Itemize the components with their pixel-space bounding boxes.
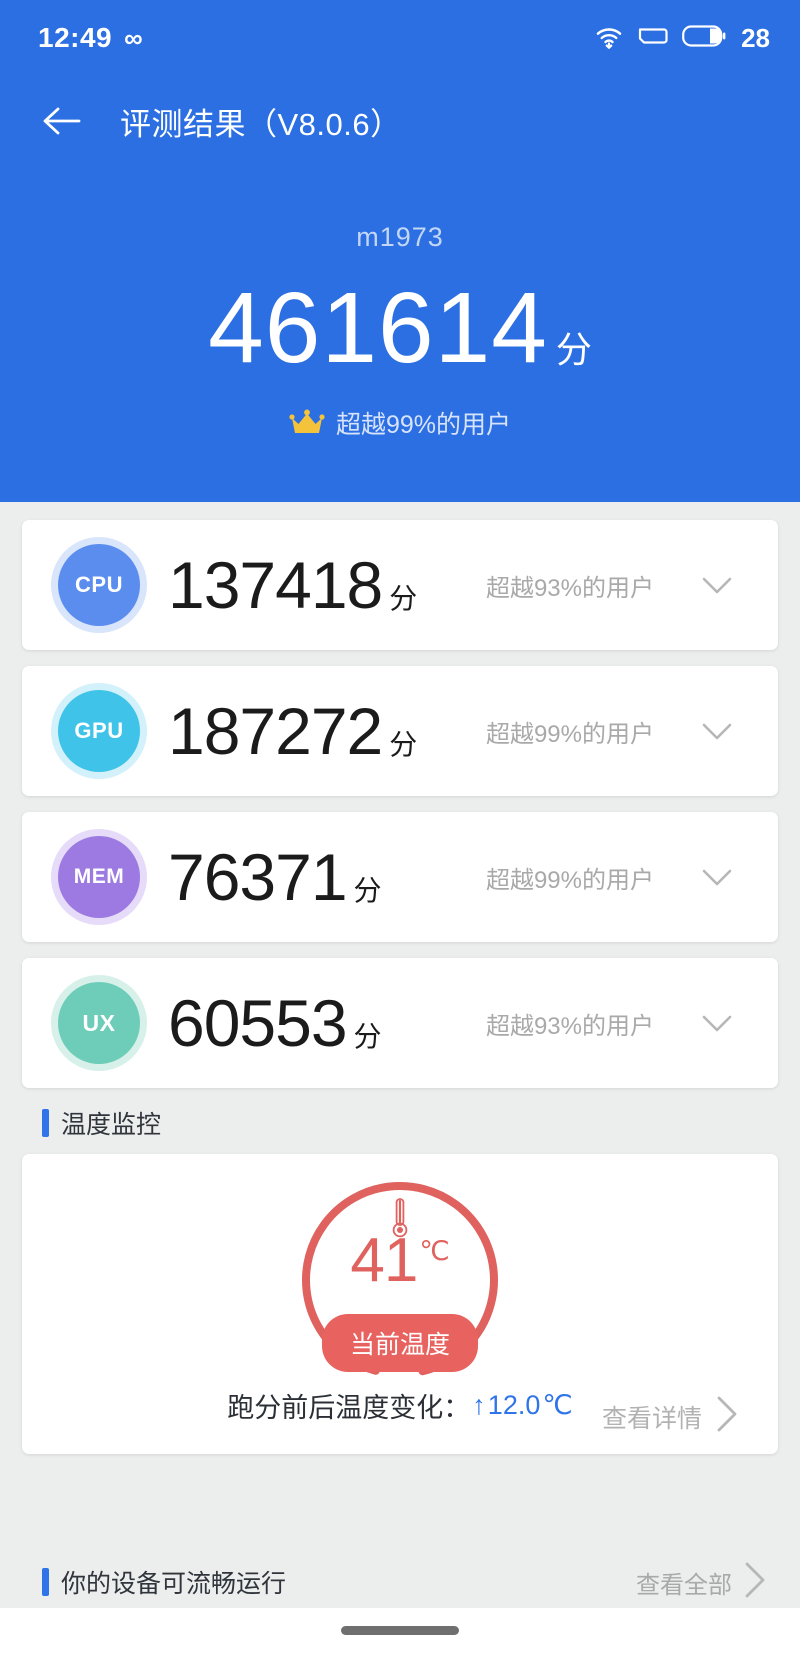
status-bar-left: 12:49 ∞ (38, 22, 143, 54)
battery-percent: 28 (741, 22, 770, 53)
ux-score-unit: 分 (353, 1021, 382, 1052)
status-bar-right: 28 (594, 23, 770, 54)
total-score-row: 461614 分 (0, 278, 800, 378)
view-all-label: 查看全部 (636, 1571, 732, 1599)
crown-icon (289, 409, 325, 437)
ux-score-row: 60553 分 (168, 990, 382, 1056)
current-temperature-badge: 当前温度 (321, 1314, 479, 1372)
section-accent-bar (42, 1568, 49, 1596)
ux-score-value: 60553 (168, 986, 348, 1060)
hero-panel: 12:49 ∞ 28 评测结果（V8.0.6） m1973 461614 分 超… (0, 0, 800, 502)
mem-score-unit: 分 (353, 875, 382, 906)
chevron-down-icon[interactable] (694, 854, 740, 900)
device-name: m1973 (356, 222, 444, 252)
chevron-down-icon[interactable] (694, 708, 740, 754)
gpu-score-unit: 分 (389, 729, 418, 760)
smooth-run-title: 你的设备可流畅运行 (61, 1570, 287, 1598)
temperature-unit: ℃ (419, 1236, 450, 1266)
gpu-badge-icon: GPU (58, 690, 140, 772)
cpu-score-value: 137418 (168, 548, 383, 622)
wifi-icon (594, 23, 624, 54)
status-bar-clock: 12:49 (38, 22, 113, 53)
gpu-badge-label: GPU (74, 718, 124, 743)
smooth-run-section-header[interactable]: 你的设备可流畅运行 查看全部 (0, 1556, 800, 1608)
chevron-down-icon[interactable] (694, 1000, 740, 1046)
back-arrow-icon[interactable] (40, 99, 84, 143)
page-title: 评测结果（V8.0.6） (120, 106, 402, 142)
temperature-detail-link[interactable]: 查看详情 (602, 1390, 744, 1443)
metric-card-cpu[interactable]: CPU 137418 分 超越93%的用户 (22, 520, 778, 650)
gpu-score-value: 187272 (168, 694, 383, 768)
temperature-section-header: 温度监控 (42, 1106, 800, 1140)
chevron-right-icon (710, 1390, 744, 1443)
mem-badge-icon: MEM (58, 836, 140, 918)
cpu-badge-label: CPU (75, 572, 123, 597)
system-nav-bar (0, 1608, 800, 1653)
cpu-badge-icon: CPU (58, 544, 140, 626)
temperature-delta-value: 12.0 (487, 1390, 541, 1420)
total-score-unit: 分 (555, 329, 592, 370)
cpu-rank-text: 超越93%的用户 (485, 574, 654, 602)
section-accent-bar (42, 1109, 49, 1137)
rank-text: 超越99%的用户 (335, 411, 512, 439)
gpu-rank-text: 超越99%的用户 (485, 720, 654, 748)
app-bar: 评测结果（V8.0.6） (0, 76, 800, 166)
temperature-panel: 41 ℃ 当前温度 跑分前后温度变化： ↑ 12.0 ℃ 查看详情 (22, 1154, 778, 1454)
temperature-value: 41 (350, 1226, 418, 1295)
metric-card-mem[interactable]: MEM 76371 分 超越99%的用户 (22, 812, 778, 942)
temperature-delta-label: 跑分前后温度变化： (227, 1393, 471, 1423)
temperature-delta-arrow: ↑ (472, 1390, 486, 1420)
metric-card-ux[interactable]: UX 60553 分 超越93%的用户 (22, 958, 778, 1088)
temperature-section-title: 温度监控 (61, 1111, 162, 1139)
mem-badge-label: MEM (73, 865, 125, 888)
cpu-score-row: 137418 分 (168, 552, 417, 618)
temperature-detail-label: 查看详情 (601, 1404, 702, 1433)
home-indicator[interactable] (341, 1626, 459, 1635)
status-bar: 12:49 ∞ 28 (0, 0, 800, 76)
gpu-score-row: 187272 分 (168, 698, 417, 764)
mem-score-row: 76371 分 (168, 844, 382, 910)
ux-badge-icon: UX (58, 982, 140, 1064)
signal-icon (637, 24, 669, 53)
ux-badge-label: UX (82, 1009, 116, 1036)
metric-card-gpu[interactable]: GPU 187272 分 超越99%的用户 (22, 666, 778, 796)
infinity-icon: ∞ (124, 23, 143, 53)
battery-icon (682, 24, 726, 53)
chevron-right-icon (738, 1556, 772, 1608)
metric-card-list: CPU 137418 分 超越93%的用户 GPU 187272 分 超越99%… (0, 520, 800, 1454)
mem-rank-text: 超越99%的用户 (485, 866, 654, 894)
view-all-link[interactable]: 查看全部 (636, 1556, 772, 1608)
cpu-score-unit: 分 (389, 583, 418, 614)
rank-row: 超越99%的用户 (0, 405, 800, 441)
ux-rank-text: 超越93%的用户 (485, 1012, 654, 1040)
chevron-down-icon[interactable] (694, 562, 740, 608)
mem-score-value: 76371 (168, 840, 348, 914)
temperature-delta-unit: ℃ (542, 1390, 573, 1420)
total-score-value: 461614 (208, 272, 548, 384)
smooth-run-left: 你的设备可流畅运行 (42, 1564, 286, 1600)
temperature-reading: 41 ℃ (350, 1226, 450, 1295)
anutu-result-screen: 12:49 ∞ 28 评测结果（V8.0.6） m1973 461614 分 超… (0, 0, 800, 1653)
